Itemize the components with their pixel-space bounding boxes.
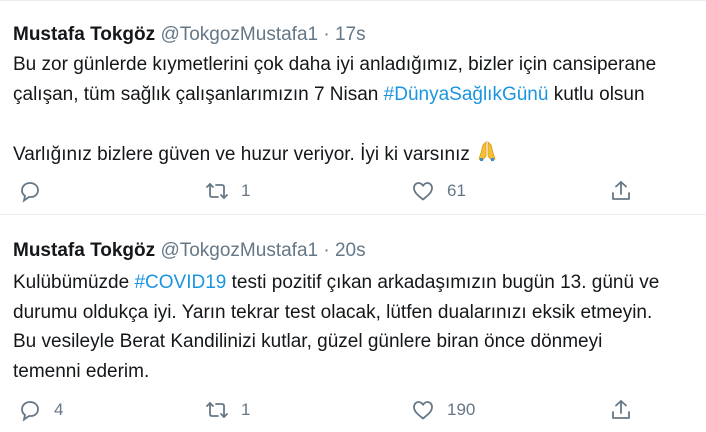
tweet-header: Mustafa Tokgöz @TokgozMustafa1 · 20s — [13, 239, 366, 263]
separator-dot: · — [323, 240, 330, 261]
tweet-text-line: Bu vesileyle Berat Kandilinizi kutlar, g… — [13, 331, 603, 352]
folded-hands-emoji — [475, 139, 499, 173]
retweet-count: 1 — [241, 181, 251, 200]
hashtag-link[interactable]: #DünyaSağlıkGünü — [384, 84, 549, 105]
hashtag-link[interactable]: #COVID19 — [134, 272, 226, 293]
tweet-text-line: Varlığınız bizlere güven ve huzur veriyo… — [13, 139, 706, 169]
tweet-actions: 1 61 — [0, 176, 706, 206]
like-count: 61 — [447, 181, 466, 200]
author-name[interactable]: Mustafa Tokgöz — [13, 24, 155, 45]
share-button[interactable] — [609, 176, 633, 206]
reply-icon — [18, 179, 42, 203]
author-handle[interactable]: @TokgozMustafa1 — [160, 240, 318, 261]
tweet-timestamp[interactable]: 20s — [335, 240, 366, 261]
tweet-timestamp[interactable]: 17s — [335, 24, 366, 45]
retweet-button[interactable]: 1 — [205, 176, 250, 206]
tweet-text-line: çalışan, tüm sağlık çalışanlarımızın 7 N… — [13, 80, 706, 110]
share-button[interactable] — [609, 395, 633, 425]
retweet-button[interactable]: 1 — [205, 395, 250, 425]
tweet-feed: Mustafa Tokgöz @TokgozMustafa1 · 17s Bu … — [0, 0, 706, 431]
tweet-actions: 4 1 190 — [0, 395, 706, 425]
reply-count: 4 — [54, 400, 64, 419]
tweet-text: Kulübümüzde #COVID19 testi pozitif çıkan… — [13, 268, 706, 386]
tweet-text-line: temenni ederim. — [13, 360, 150, 382]
reply-button[interactable]: 4 — [18, 395, 63, 425]
like-button[interactable]: 61 — [411, 176, 466, 206]
retweet-icon — [205, 398, 229, 422]
tweet-header: Mustafa Tokgöz @TokgozMustafa1 · 17s — [13, 23, 366, 47]
text-segment: çalışan, tüm sağlık çalışanlarımızın 7 N… — [13, 83, 384, 105]
heart-icon — [411, 179, 435, 203]
share-icon — [609, 179, 633, 203]
like-button[interactable]: 190 — [411, 395, 475, 425]
like-count: 190 — [447, 400, 476, 419]
separator-dot: · — [323, 24, 330, 45]
retweet-icon — [205, 179, 229, 203]
tweet-text-line: Bu zor günlerde kıymetlerini çok daha iy… — [13, 54, 657, 75]
heart-icon — [411, 398, 435, 422]
text-segment: testi pozitif çıkan arkadaşımızın bugün … — [226, 272, 660, 293]
tweet-text-line: Kulübümüzde #COVID19 testi pozitif çıkan… — [13, 268, 706, 298]
reply-button[interactable] — [18, 176, 54, 206]
retweet-count: 1 — [241, 400, 251, 419]
author-name[interactable]: Mustafa Tokgöz — [13, 240, 155, 261]
reply-icon — [18, 398, 42, 422]
text-segment: Varlığınız bizlere güven ve huzur veriyo… — [13, 143, 470, 165]
author-handle[interactable]: @TokgozMustafa1 — [160, 24, 318, 45]
share-icon — [609, 398, 633, 422]
text-segment: kutlu olsun — [548, 83, 645, 105]
tweet-text-line: durumu oldukça iyi. Yarın tekrar test ol… — [13, 301, 653, 323]
tweet-text: Bu zor günlerde kıymetlerini çok daha iy… — [13, 50, 706, 168]
text-segment: Kulübümüzde — [13, 272, 135, 293]
